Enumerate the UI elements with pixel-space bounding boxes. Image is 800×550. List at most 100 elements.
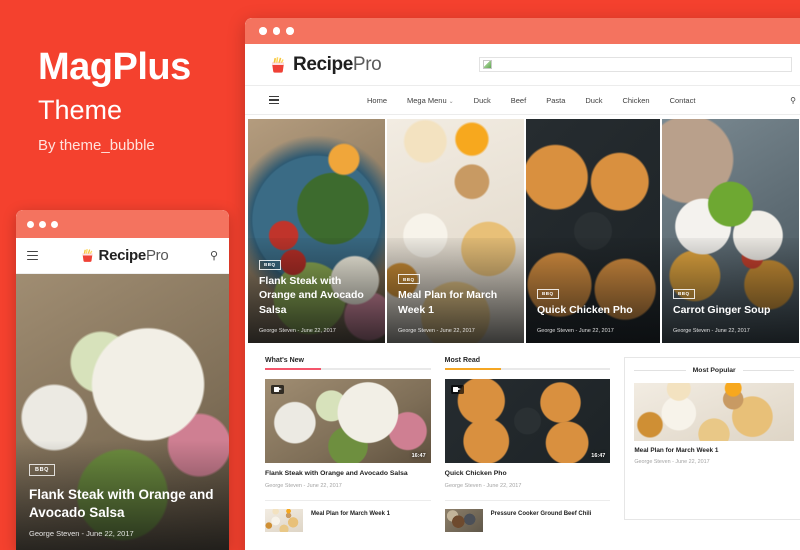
nav-item-duck-2[interactable]: Duck: [474, 96, 491, 105]
category-badge[interactable]: BBQ: [259, 259, 281, 270]
video-duration: 16:47: [591, 453, 606, 459]
list-item[interactable]: Pressure Cooker Ground Beef Chili: [444, 508, 611, 532]
hero-card-title[interactable]: Meal Plan for March Week 1: [398, 288, 513, 317]
window-dot-maximize-icon[interactable]: [51, 220, 58, 228]
mobile-titlebar: [16, 210, 229, 238]
nav-item-mega-menu-1[interactable]: Mega Menu ⌄: [407, 96, 454, 105]
window-dot-close-icon[interactable]: [27, 220, 34, 228]
rule-right: [742, 370, 794, 371]
french-fries-icon: [269, 56, 287, 74]
sidebar-feature-image[interactable]: [634, 383, 794, 441]
sidebar-heading-label: Most Popular: [692, 367, 736, 374]
list-item-thumbnail: [444, 508, 483, 532]
hero-card[interactable]: BBQ Quick Chicken Pho George Steven - June…: [526, 119, 660, 343]
nav-item-contact-7[interactable]: Contact: [670, 96, 696, 105]
nav-item-label: Home: [367, 95, 388, 105]
browser-titlebar: [245, 18, 800, 44]
window-dot-close-icon[interactable]: [259, 27, 267, 35]
list-item[interactable]: Meal Plan for March Week 1: [265, 508, 431, 532]
section-rule-accent: [265, 368, 321, 370]
hamburger-icon[interactable]: [27, 250, 38, 261]
most-popular-box: Most Popular Meal Plan for March Week 1 …: [624, 357, 800, 520]
sidebar-heading: Most Popular: [634, 367, 794, 374]
hero-card-title[interactable]: Carrot Ginger Soup: [673, 303, 788, 317]
site-header: RecipePro: [245, 44, 800, 86]
search-icon[interactable]: ⚲: [790, 96, 796, 105]
video-camera-icon: [271, 385, 284, 394]
hero-card[interactable]: BBQ Meal Plan for March Week 1 George Stev…: [387, 119, 524, 343]
nav-item-pasta-4[interactable]: Pasta: [546, 96, 565, 105]
site-brand-name: RecipePro: [293, 53, 382, 75]
category-badge[interactable]: BBQ: [29, 464, 56, 476]
broken-image-icon: [483, 60, 492, 69]
list-item-title[interactable]: Pressure Cooker Ground Beef Chili: [491, 509, 592, 518]
mobile-hero-title[interactable]: Flank Steak with Orange and Avocado Sals…: [29, 486, 216, 522]
content-area: What's New 16:47 Flank Steak with Orange a…: [245, 343, 800, 532]
hero-carousel: BBQ Flank Steak with Orange and Avocado S…: [245, 115, 800, 343]
french-fries-icon: [80, 248, 95, 263]
nav-item-beef-3[interactable]: Beef: [511, 96, 526, 105]
category-badge[interactable]: BBQ: [398, 274, 420, 284]
article-thumbnail[interactable]: 16:47: [265, 379, 431, 463]
sidebar-feature-photo: [634, 383, 794, 441]
column-whats-new: What's New 16:47 Flank Steak with Orange a…: [265, 357, 431, 532]
window-dot-minimize-icon[interactable]: [272, 27, 280, 35]
section-heading: Most Read: [444, 357, 481, 364]
list-item-photo: [444, 508, 483, 532]
mobile-header: RecipePro ⚲: [16, 238, 229, 274]
sidebar-feature-title[interactable]: Meal Plan for March Week 1: [634, 447, 794, 455]
rule-left: [634, 370, 686, 371]
nav-item-label: Duck: [473, 95, 491, 105]
mobile-hero-meta: George Steven - June 22, 2017: [29, 529, 134, 538]
divider: [265, 499, 431, 501]
hero-card-meta: George Steven - June 22, 2017: [259, 328, 336, 334]
category-badge[interactable]: BBQ: [673, 288, 695, 299]
window-dot-minimize-icon[interactable]: [39, 220, 46, 228]
article-title[interactable]: Flank Steak with Orange and Avocado Sals…: [265, 470, 431, 479]
nav-item-home-0[interactable]: Home: [367, 96, 387, 105]
hero-card[interactable]: BBQ Flank Steak with Orange and Avocado S…: [248, 119, 385, 343]
mobile-mockup: RecipePro ⚲ BBQ Flank Steak with Orange …: [16, 210, 229, 550]
video-camera-icon: [450, 385, 464, 394]
section-rule-accent: [444, 368, 501, 370]
promo-title: MagPlus: [38, 46, 191, 88]
promo-author: By theme_bubble: [38, 137, 155, 154]
column-most-read: Most Read 16:47 Quick Chicken Pho George St…: [444, 357, 611, 532]
section-heading: What's New: [265, 357, 305, 364]
list-item-title[interactable]: Meal Plan for March Week 1: [311, 509, 390, 518]
window-dot-maximize-icon[interactable]: [286, 27, 294, 35]
site-logo[interactable]: RecipePro: [269, 54, 479, 76]
hamburger-icon[interactable]: [269, 95, 279, 105]
article-meta: George Steven - June 22, 2017: [265, 482, 342, 489]
sidebar-second-image[interactable]: [634, 475, 794, 515]
hero-card[interactable]: BBQ Carrot Ginger Soup George Steven - Jun…: [662, 119, 799, 343]
nav-item-label: Duck: [585, 95, 603, 105]
category-badge[interactable]: BBQ: [537, 288, 559, 299]
sidebar-most-popular: Most Popular Meal Plan for March Week 1 …: [624, 357, 800, 532]
nav-item-label: Chicken: [622, 95, 650, 105]
article-meta: George Steven - June 22, 2017: [444, 482, 522, 489]
browser-window: RecipePro Home Mega Menu ⌄ Duck Beef Pasta Duc…: [245, 18, 800, 550]
nav-list: Home Mega Menu ⌄ Duck Beef Pasta Duck Chicken Co…: [367, 96, 695, 105]
nav-item-label: Contact: [669, 95, 696, 105]
mobile-hero-card[interactable]: BBQ Flank Steak with Orange and Avocado …: [16, 274, 229, 550]
nav-item-chicken-6[interactable]: Chicken: [622, 96, 649, 105]
list-item-photo: [265, 508, 303, 532]
hero-card-title[interactable]: Flank Steak with Orange and Avocado Sals…: [259, 274, 374, 317]
chevron-down-icon: ⌄: [448, 98, 454, 105]
nav-item-label: Mega Menu: [407, 95, 447, 105]
promo-subtitle: Theme: [38, 95, 123, 125]
nav-item-duck-5[interactable]: Duck: [585, 96, 602, 105]
article-title[interactable]: Quick Chicken Pho: [445, 470, 611, 479]
hero-card-title[interactable]: Quick Chicken Pho: [537, 303, 649, 317]
divider: [444, 499, 611, 501]
article-photo: [444, 379, 611, 463]
section-rule: [265, 368, 431, 370]
ad-banner[interactable]: [479, 57, 792, 72]
nav-item-label: Pasta: [546, 95, 566, 105]
search-icon[interactable]: ⚲: [210, 249, 218, 262]
sidebar-feature-meta: George Steven - June 22, 2017: [634, 458, 710, 465]
hero-card-meta: George Steven - June 22, 2017: [673, 328, 750, 334]
mobile-logo[interactable]: RecipePro: [80, 247, 169, 264]
article-thumbnail[interactable]: 16:47: [444, 379, 611, 463]
